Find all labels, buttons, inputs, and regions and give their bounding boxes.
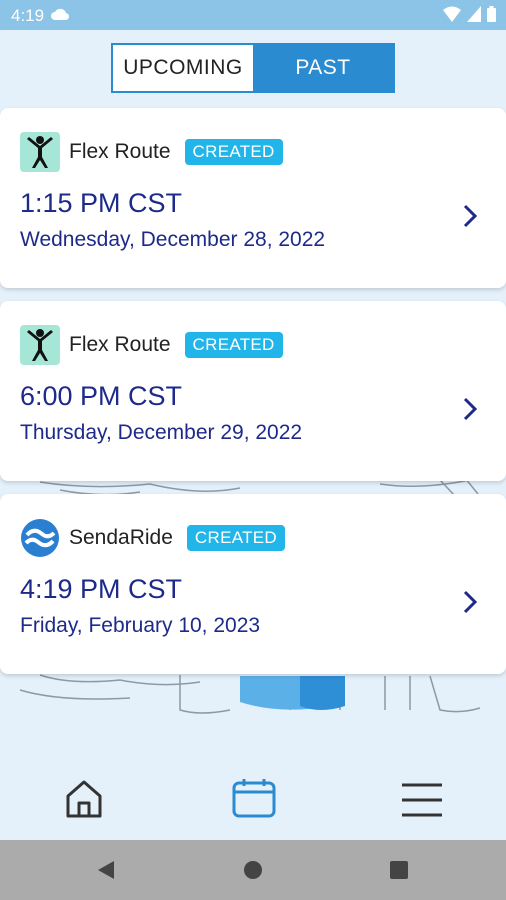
status-badge: CREATED [184,332,283,358]
provider-name: Flex Route [69,140,171,163]
chevron-right-icon[interactable] [463,590,478,619]
system-nav-bar [0,840,506,900]
home-icon[interactable] [64,778,104,825]
chevron-right-icon[interactable] [463,204,478,233]
trip-card[interactable]: Flex Route CREATED 1:15 PM CST Wednesday… [0,108,506,288]
tab-past[interactable]: PAST [253,45,393,91]
trip-time: 1:15 PM CST [20,188,183,218]
battery-icon [487,6,496,27]
provider-name: Flex Route [69,333,171,356]
status-time: 4:19 [11,6,45,25]
status-badge: CREATED [186,525,285,551]
back-icon[interactable] [97,860,115,885]
trip-time: 4:19 PM CST [20,574,183,604]
menu-icon[interactable] [402,782,442,823]
flex-route-person-icon [20,132,60,172]
trip-filter-tabs: UPCOMING PAST [111,43,395,93]
chevron-right-icon[interactable] [463,397,478,426]
trip-date: Wednesday, December 28, 2022 [20,228,326,251]
signal-icon [467,6,481,27]
trip-date: Friday, February 10, 2023 [20,614,261,637]
trip-date: Thursday, December 29, 2022 [20,421,303,444]
bottom-nav [0,756,506,840]
trip-card[interactable]: Flex Route CREATED 6:00 PM CST Thursday,… [0,301,506,481]
sendaride-logo [20,518,60,558]
status-badge: CREATED [184,139,283,165]
wifi-icon [443,6,461,27]
home-button-icon[interactable] [243,860,263,885]
flex-route-person-icon [20,325,60,365]
recents-icon[interactable] [390,861,408,884]
trip-card[interactable]: SendaRide CREATED 4:19 PM CST Friday, Fe… [0,494,506,674]
tab-upcoming[interactable]: UPCOMING [113,45,253,91]
trip-time: 6:00 PM CST [20,381,183,411]
cloud-icon [50,7,70,26]
provider-name: SendaRide [69,526,173,549]
status-bar: 4:19 [0,0,506,30]
calendar-icon[interactable] [232,778,276,823]
